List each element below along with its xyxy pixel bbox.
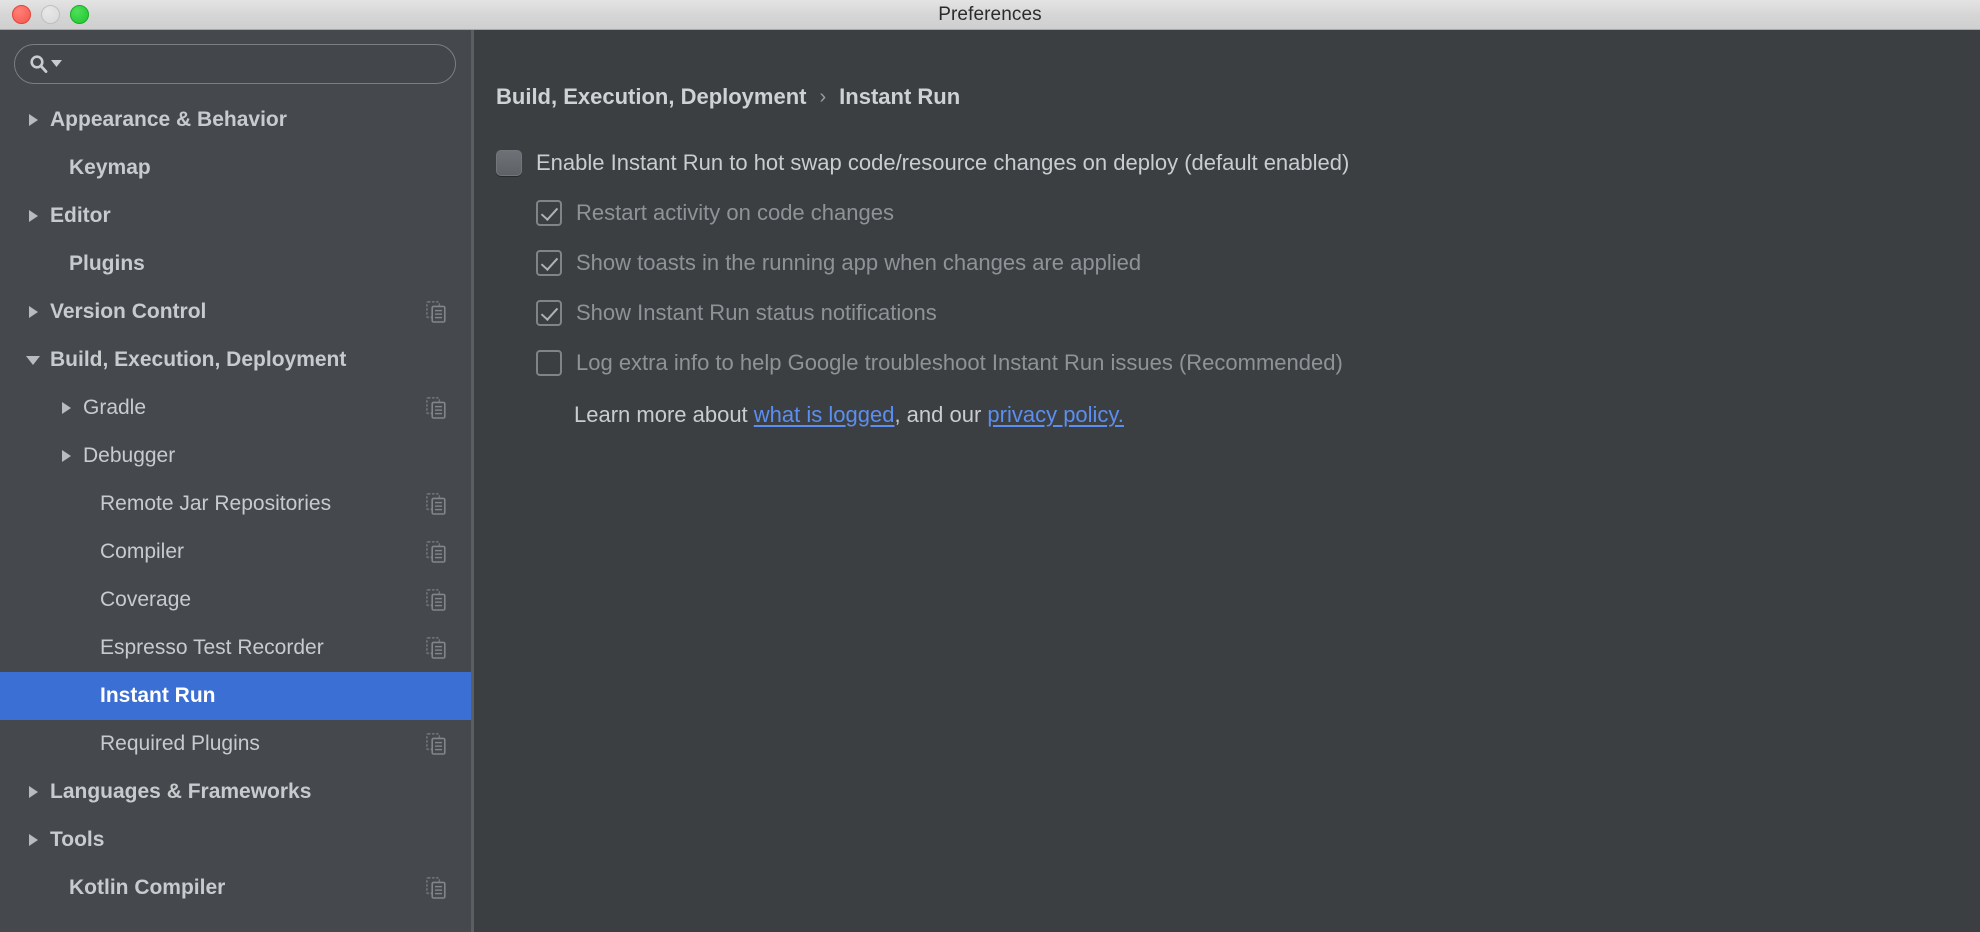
checkbox-checked[interactable]: [536, 250, 562, 276]
window-controls: [0, 5, 89, 24]
learn-more-middle: , and our: [894, 402, 988, 427]
sidebar-item-tools[interactable]: Tools: [0, 816, 474, 864]
sidebar-item-kotlin-compiler[interactable]: Kotlin Compiler: [0, 864, 474, 912]
chevron-right-icon[interactable]: [22, 834, 44, 846]
sidebar-item-label: Required Plugins: [100, 732, 260, 755]
sidebar-item-plugins[interactable]: Plugins: [0, 240, 474, 288]
copy-icon[interactable]: [426, 877, 446, 899]
title-bar: Preferences: [0, 0, 1980, 30]
settings-tree: Appearance & Behavior Keymap Editor Plugins…: [0, 94, 474, 932]
breadcrumb-separator-icon: ›: [819, 85, 827, 108]
search-area: [0, 30, 474, 94]
window-body: Appearance & Behavior Keymap Editor Plugins…: [0, 30, 1980, 932]
option-row[interactable]: Enable Instant Run to hot swap code/reso…: [496, 138, 1980, 188]
sidebar-item-label: Instant Run: [100, 684, 216, 707]
sidebar-item-label: Tools: [50, 828, 105, 851]
sidebar-item-label: Coverage: [100, 588, 192, 611]
sidebar-item-label: Espresso Test Recorder: [100, 636, 324, 659]
checkbox-checked[interactable]: [536, 200, 562, 226]
chevron-right-icon[interactable]: [22, 210, 44, 222]
options-list: Enable Instant Run to hot swap code/reso…: [496, 138, 1980, 388]
sidebar-item-espresso-test-recorder[interactable]: Espresso Test Recorder: [0, 624, 474, 672]
copy-icon[interactable]: [426, 493, 446, 515]
chevron-right-icon[interactable]: [22, 114, 44, 126]
what-is-logged-link[interactable]: what is logged: [754, 402, 895, 427]
sidebar-item-label: Debugger: [83, 444, 176, 467]
option-label: Show Instant Run status notifications: [576, 300, 937, 325]
copy-icon[interactable]: [426, 301, 446, 323]
window-title: Preferences: [938, 3, 1042, 25]
checkbox-unchecked[interactable]: [496, 150, 522, 176]
sidebar-item-label: Plugins: [69, 252, 145, 275]
sidebar-item-label: Appearance & Behavior: [50, 108, 287, 131]
chevron-right-icon[interactable]: [55, 450, 77, 462]
learn-more-prefix: Learn more about: [574, 402, 754, 427]
chevron-right-icon[interactable]: [55, 402, 77, 414]
chevron-right-icon[interactable]: [22, 306, 44, 318]
maximize-button[interactable]: [70, 5, 89, 24]
sidebar-item-editor[interactable]: Editor: [0, 192, 474, 240]
option-row[interactable]: Show Instant Run status notifications: [496, 288, 1980, 338]
option-row[interactable]: Log extra info to help Google troublesho…: [496, 338, 1980, 388]
settings-sidebar: Appearance & Behavior Keymap Editor Plugins…: [0, 30, 474, 932]
option-row[interactable]: Show toasts in the running app when chan…: [496, 238, 1980, 288]
sidebar-item-label: Version Control: [50, 300, 207, 323]
close-button[interactable]: [12, 5, 31, 24]
checkbox-checked[interactable]: [536, 300, 562, 326]
sidebar-item-remote-jar-repositories[interactable]: Remote Jar Repositories: [0, 480, 474, 528]
copy-icon[interactable]: [426, 589, 446, 611]
sidebar-item-label: Gradle: [83, 396, 147, 419]
sidebar-item-label: Keymap: [69, 156, 151, 179]
sidebar-item-keymap[interactable]: Keymap: [0, 144, 474, 192]
sidebar-item-version-control[interactable]: Version Control: [0, 288, 474, 336]
sidebar-item-label: Compiler: [100, 540, 185, 563]
copy-icon[interactable]: [426, 541, 446, 563]
settings-panel: Build, Execution, Deployment › Instant R…: [474, 30, 1980, 932]
search-box[interactable]: [14, 44, 456, 84]
sidebar-item-label: Remote Jar Repositories: [100, 492, 332, 515]
breadcrumb: Build, Execution, Deployment › Instant R…: [496, 84, 1980, 110]
copy-icon[interactable]: [426, 733, 446, 755]
sidebar-item-coverage[interactable]: Coverage: [0, 576, 474, 624]
sidebar-item-compiler[interactable]: Compiler: [0, 528, 474, 576]
checkbox-unchecked[interactable]: [536, 350, 562, 376]
chevron-down-icon[interactable]: [51, 55, 62, 73]
option-label: Restart activity on code changes: [576, 200, 894, 225]
copy-icon[interactable]: [426, 397, 446, 419]
sidebar-item-label: Kotlin Compiler: [69, 876, 226, 899]
option-label: Enable Instant Run to hot swap code/reso…: [536, 150, 1350, 175]
sidebar-item-label: Build, Execution, Deployment: [50, 348, 347, 371]
sidebar-item-build-execution-deployment[interactable]: Build, Execution, Deployment: [0, 336, 474, 384]
chevron-down-icon[interactable]: [22, 355, 44, 365]
option-row[interactable]: Restart activity on code changes: [496, 188, 1980, 238]
learn-more-text: Learn more about what is logged, and our…: [496, 402, 1980, 428]
search-icon: [29, 54, 49, 74]
sidebar-item-debugger[interactable]: Debugger: [0, 432, 474, 480]
minimize-button[interactable]: [41, 5, 60, 24]
sidebar-item-appearance-behavior[interactable]: Appearance & Behavior: [0, 96, 474, 144]
breadcrumb-current: Instant Run: [839, 84, 961, 109]
sidebar-item-label: Languages & Frameworks: [50, 780, 312, 803]
copy-icon[interactable]: [426, 637, 446, 659]
option-label: Log extra info to help Google troublesho…: [576, 350, 1343, 375]
sidebar-item-instant-run[interactable]: Instant Run: [0, 672, 474, 720]
option-label: Show toasts in the running app when chan…: [576, 250, 1142, 275]
privacy-policy-link[interactable]: privacy policy.: [987, 402, 1124, 427]
sidebar-item-gradle[interactable]: Gradle: [0, 384, 474, 432]
sidebar-item-languages-frameworks[interactable]: Languages & Frameworks: [0, 768, 474, 816]
breadcrumb-parent[interactable]: Build, Execution, Deployment: [496, 84, 806, 110]
search-input[interactable]: [64, 54, 441, 74]
sidebar-item-label: Editor: [50, 204, 111, 227]
sidebar-item-required-plugins[interactable]: Required Plugins: [0, 720, 474, 768]
preferences-window: Preferences Appearance & Behavior Keymap…: [0, 0, 1980, 932]
chevron-right-icon[interactable]: [22, 786, 44, 798]
